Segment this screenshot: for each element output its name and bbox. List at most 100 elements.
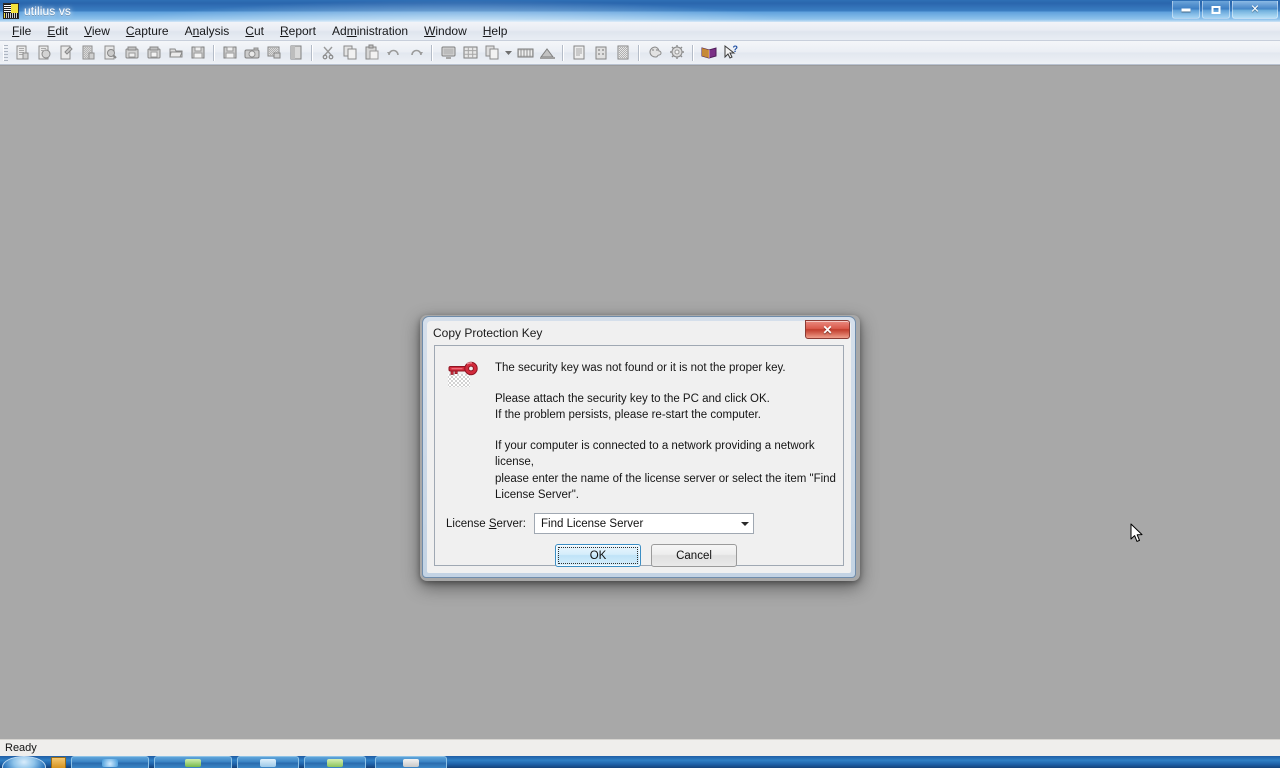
menu-analysis[interactable]: Analysis [177, 22, 238, 40]
toolbar-separator [311, 44, 313, 61]
cancel-button[interactable]: Cancel [651, 544, 737, 567]
window-title: utilius vs [24, 4, 72, 18]
license-server-value: Find License Server [541, 517, 644, 530]
undo-icon[interactable] [383, 42, 405, 64]
chevron-down-icon[interactable] [736, 514, 753, 533]
taskbar-item-2[interactable] [154, 756, 232, 768]
toolbar-separator [213, 44, 215, 61]
key-icon [447, 360, 481, 390]
menu-view[interactable]: View [76, 22, 118, 40]
browser-icon [102, 758, 118, 767]
statusbar: Ready [0, 739, 1280, 756]
filmstrip-icon[interactable] [514, 42, 536, 64]
toolbar-grip[interactable] [3, 44, 8, 61]
import-media-icon[interactable] [121, 42, 143, 64]
menu-capture[interactable]: Capture [118, 22, 177, 40]
menu-file[interactable]: File [4, 22, 39, 40]
keyframe-icon[interactable] [536, 42, 558, 64]
menu-cut[interactable]: Cut [237, 22, 272, 40]
dialog-message-text: The security key was not found or it is … [495, 360, 843, 504]
taskbar-item-1[interactable] [71, 756, 149, 768]
minimize-button[interactable] [1172, 1, 1200, 19]
message-line-5: please enter the name of the license ser… [495, 472, 836, 485]
taskbar-item-3[interactable] [237, 756, 299, 768]
toolbar-separator [562, 44, 564, 61]
report-icon[interactable] [568, 42, 590, 64]
dialog-inner: Copy Protection Key ✕ The security key w… [427, 320, 851, 573]
license-server-row: License Server: Find License Server [446, 513, 754, 534]
dialog-button-row: OK Cancel [555, 544, 737, 567]
app-window-icon [185, 758, 201, 767]
message-line-2: Please attach the security key to the PC… [495, 392, 770, 405]
taskbar-item-4[interactable] [304, 756, 366, 768]
dialog-body: The security key was not found or it is … [434, 345, 844, 567]
toolbar-separator [692, 44, 694, 61]
dialog-message-row: The security key was not found or it is … [435, 346, 843, 504]
taskbar-item-5[interactable] [375, 756, 447, 768]
message-line-1: The security key was not found or it is … [495, 362, 786, 374]
open-folder-icon[interactable] [165, 42, 187, 64]
palette-icon[interactable] [644, 42, 666, 64]
monitor-icon[interactable] [437, 42, 459, 64]
license-server-label-post: erver: [496, 517, 526, 530]
open-project-icon[interactable] [33, 42, 55, 64]
redo-icon[interactable] [405, 42, 427, 64]
menu-help[interactable]: Help [475, 22, 516, 40]
minimize-icon [1181, 8, 1191, 11]
camera-icon[interactable] [241, 42, 263, 64]
help-book-icon[interactable] [698, 42, 720, 64]
cancel-button-label: Cancel [676, 549, 712, 562]
svg-text:?: ? [733, 44, 739, 54]
license-server-label: License Server: [446, 518, 534, 530]
message-line-4: If your computer is connected to a netwo… [495, 439, 815, 469]
message-line-6: License Server". [495, 489, 579, 501]
ok-button[interactable]: OK [555, 544, 641, 567]
document-icon [260, 758, 276, 767]
paste-icon[interactable] [361, 42, 383, 64]
window-controls: ✕ [1172, 1, 1278, 19]
new-storyboard-icon[interactable] [77, 42, 99, 64]
license-server-label-accel: S [488, 517, 497, 530]
dropdown-arrow-icon[interactable] [503, 42, 514, 64]
dialog-close-button[interactable]: ✕ [805, 320, 850, 339]
edit-project-icon[interactable] [99, 42, 121, 64]
new-project-icon[interactable] [11, 42, 33, 64]
settings-gear-icon[interactable] [666, 42, 688, 64]
menu-edit[interactable]: Edit [39, 22, 76, 40]
menu-administration[interactable]: Administration [324, 22, 416, 40]
database-report-icon[interactable] [612, 42, 634, 64]
status-text: Ready [5, 742, 37, 754]
save-icon[interactable] [187, 42, 209, 64]
archive-icon[interactable] [285, 42, 307, 64]
focus-rectangle [558, 547, 638, 564]
grid-view-icon[interactable] [459, 42, 481, 64]
copy-protection-key-dialog: Copy Protection Key ✕ The security key w… [422, 316, 856, 578]
context-help-icon[interactable]: ? [720, 42, 742, 64]
app-icon[interactable] [3, 3, 19, 19]
dialog-title: Copy Protection Key [433, 326, 543, 340]
mdi-client-area: Copy Protection Key ✕ The security key w… [0, 65, 1280, 739]
menu-window[interactable]: Window [416, 22, 475, 40]
batch-capture-icon[interactable] [263, 42, 285, 64]
window-titlebar: utilius vs ✕ [0, 0, 1280, 22]
copy-icon[interactable] [339, 42, 361, 64]
start-button[interactable] [2, 756, 46, 768]
project-properties-icon[interactable] [55, 42, 77, 64]
taskbar [0, 756, 1280, 768]
restore-icon [1211, 5, 1221, 14]
dialog-titlebar: Copy Protection Key ✕ [427, 320, 851, 345]
copy-pages-icon[interactable] [481, 42, 503, 64]
close-button[interactable]: ✕ [1232, 1, 1278, 19]
building-icon[interactable] [590, 42, 612, 64]
mouse-cursor [1130, 523, 1144, 544]
save-all-icon[interactable] [219, 42, 241, 64]
license-server-label-pre: License [446, 517, 489, 530]
quick-launch-icon[interactable] [51, 757, 66, 768]
export-media-icon[interactable] [143, 42, 165, 64]
cut-icon[interactable] [317, 42, 339, 64]
restore-button[interactable] [1202, 1, 1230, 19]
license-server-combobox[interactable]: Find License Server [534, 513, 754, 534]
menu-report[interactable]: Report [272, 22, 324, 40]
